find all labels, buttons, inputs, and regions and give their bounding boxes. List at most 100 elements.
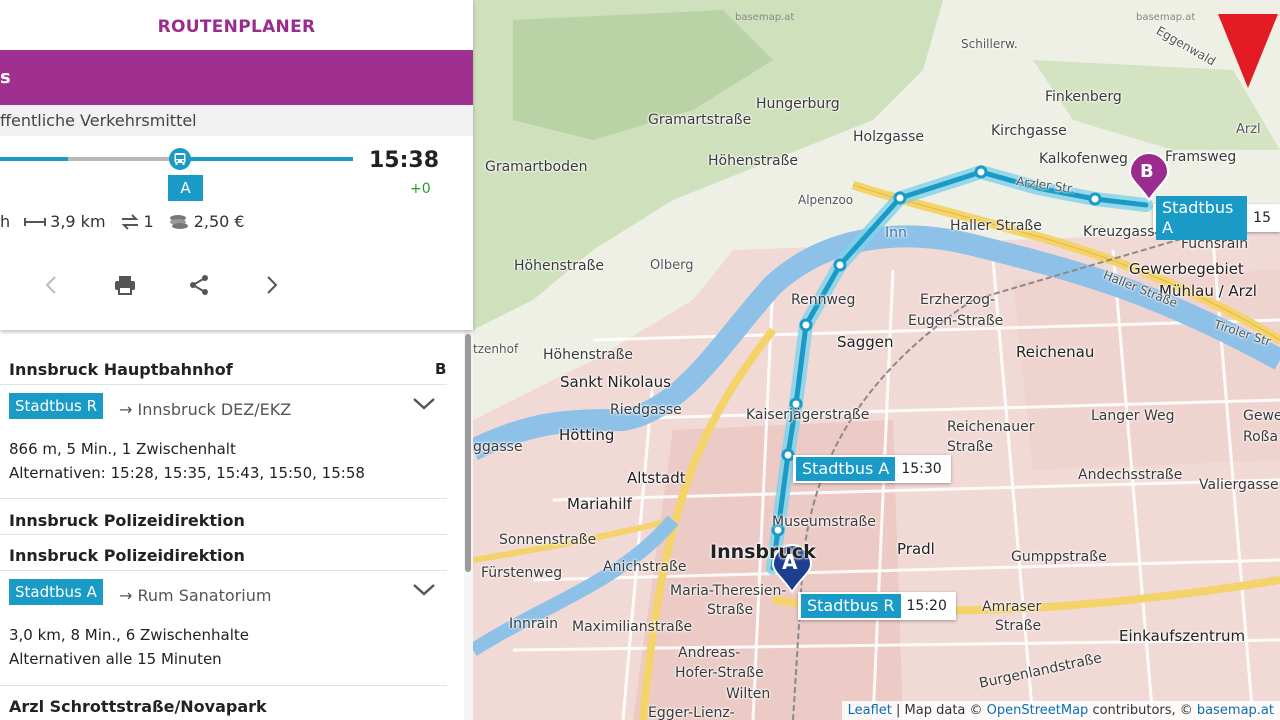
distance-icon [24,217,47,226]
divider [0,534,447,535]
map-label: Straße [947,439,994,455]
route-header-bar[interactable]: s [0,50,473,105]
transport-mode-label: ffentliche Verkehrsmittel [0,105,473,136]
map-label: Pradl [897,540,935,558]
map-label: Museumstraße [772,514,876,530]
map-label: Finkenberg [1045,89,1122,105]
map-label: Roßa [1243,429,1279,445]
map-label: ggasse [473,439,523,455]
map-label: Mariahilf [567,495,632,513]
map-label: Schillerw. [961,37,1018,51]
map-label: tzenhof [473,342,519,356]
chevron-right-icon [267,276,278,294]
map-label: Reichenauer [947,419,1035,435]
osm-link[interactable]: OpenStreetMap [987,703,1089,718]
map-label: Haller Straße [950,218,1042,234]
map-label: Andreas- [678,645,741,661]
map-stop-label[interactable]: Stadtbus R 15:20 [798,592,956,620]
map-label: Reichenau [1016,343,1095,361]
scrollbar-thumb[interactable] [465,334,471,572]
map-label: Hötting [559,426,615,444]
map-stop-label[interactable]: Stadtbus A 15:30 [793,455,951,483]
map-stop-time: 15:20 [906,598,947,614]
distance-stat: 3,9 km [24,212,106,231]
arrival-time: 15:38 [369,148,440,173]
chevron-down-icon [413,584,435,596]
map-label: Straße [995,618,1042,634]
line-badge[interactable]: Stadtbus R [9,393,104,419]
map-label: Maria-Theresien- [670,583,787,599]
map-label: Straße [707,602,754,618]
map-label: Alpenzoo [798,193,854,207]
direction-text: → Rum Sanatorium [119,586,272,605]
line-badge[interactable]: Stadtbus A [9,579,103,605]
basemap-link[interactable]: basemap.at [1197,703,1274,718]
timeline-bus-segment [190,157,353,161]
map-label: Einkaufszentrum [1119,627,1246,645]
stop-name: Innsbruck Polizeidirektion [9,511,245,530]
map-label: Kaiserjägerstraße [746,407,870,423]
map-label: Höhenstraße [708,153,799,169]
map-label: Valiergasse [1199,477,1279,493]
transfers-stat: 1 [120,212,154,231]
map-stop-time: 15:30 [901,461,942,477]
previous-route-button[interactable] [36,270,66,300]
stop-marker-b: B [435,360,447,378]
map-label: Gramartstraße [648,112,752,128]
share-button[interactable] [184,270,214,300]
price-stat: 2,50 € [168,212,245,231]
map-label: Maximilianstraße [572,619,693,635]
map-label: Gewe [1243,408,1280,424]
route-actions [0,270,473,300]
expand-segment-button[interactable] [412,582,436,601]
segment-alternatives: Alternativen: 15:28, 15:35, 15:43, 15:50… [9,464,365,482]
map-label: Sonnenstraße [499,532,597,548]
chevron-left-icon [45,276,56,294]
map-label: Erzherzog- [920,292,996,308]
map-label: Höhenstraße [543,347,634,363]
end-marker-label: B [1140,161,1154,182]
map-label: Amraser [982,599,1042,615]
map-label: Gumppstraße [1011,549,1107,565]
print-icon [115,276,135,295]
map-label: Hungerburg [756,96,840,112]
map-stop-line: Stadtbus A [1156,196,1248,240]
divider [0,685,447,686]
map-label: Gewerbegebiet [1129,260,1244,278]
map-label: Kreuzgasse [1083,224,1164,240]
map-view[interactable]: basemap.at basemap.at Gramartstraße Hung… [473,0,1280,720]
coins-icon [169,214,188,229]
attribution-text: | Map data © [891,703,987,718]
route-stats: h 3,9 km 1 2,50 € [0,212,259,231]
map-attribution: Leaflet | Map data © OpenStreetMap contr… [841,701,1280,720]
map-label: Egger-Lienz- [648,705,735,720]
map-label: Andechsstraße [1078,467,1183,483]
map-label: Eugen-Straße [908,313,1004,329]
map-label: Hofer-Straße [675,665,764,681]
map-label: Arzl [1236,122,1261,137]
line-badge-a: A [168,175,203,201]
stop-name: Innsbruck Polizeidirektion [9,546,245,565]
leaflet-link[interactable]: Leaflet [848,703,892,718]
map-stop-line: Stadtbus A [796,457,896,481]
map-label: Holzgasse [853,129,924,145]
map-label: Riedgasse [610,402,682,418]
next-route-button[interactable] [257,270,287,300]
map-label: Höhenstraße [514,258,605,274]
expand-segment-button[interactable] [412,396,436,415]
map-label: Wilten [726,686,771,702]
map-label: Rennweg [791,292,856,308]
print-button[interactable] [110,270,140,300]
map-stop-label[interactable]: Stadtbus A 15 [1153,196,1280,240]
chevron-down-icon [413,398,435,410]
attribution-text: contributors, © [1088,703,1197,718]
map-stop-time: 15 [1253,210,1271,226]
map-label: Gramartboden [485,159,588,175]
delay-indicator: +0 [410,181,431,197]
map-label: Altstadt [627,469,686,487]
map-label: Innsbruck [710,541,816,563]
map-label: Kirchgasse [991,123,1067,139]
compass-triangle-icon [1218,14,1278,88]
map-label: Anichstraße [603,559,687,575]
page-title: ROUTENPLANER [157,17,316,37]
